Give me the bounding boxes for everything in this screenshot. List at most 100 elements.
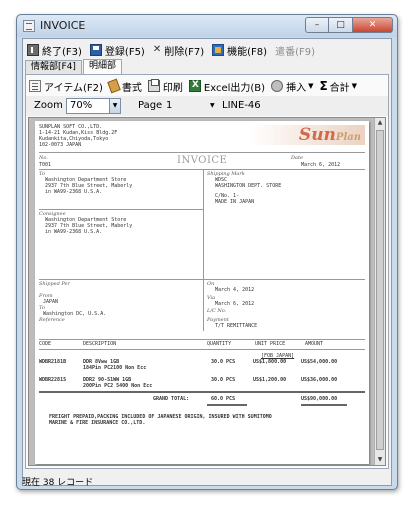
excel-export-button[interactable]: Excel出力(B) — [188, 79, 266, 94]
on-value: March 4, 2012 — [215, 287, 255, 293]
total-label: 合計 — [329, 82, 350, 94]
row-2-code: WDBR2281S — [39, 377, 67, 383]
payment-value: T/T REMITTANCE — [215, 323, 258, 329]
reference-label: Reference — [39, 317, 65, 323]
insert-label: 挿入 — [286, 82, 307, 94]
total-button[interactable]: Σ 合計 ▼ — [319, 79, 357, 94]
grand-total-qty: 60.0 PCS — [211, 396, 236, 402]
row-2-amount: US$36,000.00 — [301, 377, 338, 383]
zoom-value: 70% — [70, 100, 93, 111]
function-button[interactable]: 機能(F8) — [212, 41, 267, 59]
via-label: Via — [207, 295, 216, 301]
scroll-up-icon[interactable]: ▲ — [375, 118, 385, 128]
page-select[interactable]: 1 — [166, 100, 172, 111]
no-label: No. — [39, 155, 48, 161]
row-2-qty: 30.0 PCS — [211, 377, 236, 383]
minimize-button[interactable]: – — [305, 17, 329, 33]
tab-detail[interactable]: 明細部 — [82, 59, 122, 74]
printer-icon — [147, 79, 160, 92]
page-label: Page — [138, 100, 163, 111]
invoice-title: INVOICE — [177, 155, 228, 166]
exit-button[interactable]: 終了(F3) — [27, 41, 82, 59]
shipping-mark-2: WASHINGTON DEPT. STORE — [215, 183, 282, 189]
via-value: March 6, 2012 — [215, 301, 255, 307]
company-logo: SunPlan — [249, 125, 365, 145]
delete-label: 削除(F7) — [164, 46, 205, 58]
save-icon — [89, 44, 102, 56]
from-value: JAPAN — [43, 299, 59, 305]
window-title: INVOICE — [40, 19, 86, 32]
row-2-desc-2: 200Pin PC2 5400 Non Ecc — [83, 383, 153, 389]
date-label: Date — [291, 155, 303, 161]
insert-icon — [271, 80, 284, 92]
exit-label: 終了(F3) — [42, 46, 82, 58]
title-bar[interactable]: INVOICE – □ ✕ — [17, 15, 397, 37]
consignee-line-3: in WA99-2368 U.S.A. — [45, 229, 103, 235]
excel-label: Excel出力(B) — [203, 82, 266, 94]
excel-icon — [188, 80, 201, 92]
col-unit-price: UNIT PRICE — [255, 341, 286, 347]
function-label: 機能(F8) — [227, 46, 268, 58]
on-label: On — [207, 281, 215, 287]
send-label: 遣番(F9) — [275, 46, 315, 58]
company-address-3: 102-0073 JAPAN — [39, 142, 82, 148]
col-code: CODE — [39, 341, 52, 347]
sigma-icon: Σ — [319, 79, 328, 93]
row-1-code: WDBR2181B — [39, 359, 67, 365]
invoice-date: March 6, 2012 — [301, 162, 341, 168]
grand-total-amount: US$90,000.00 — [301, 396, 338, 402]
row-1-qty: 30.0 PCS — [211, 359, 236, 365]
send-button[interactable]: 遣番(F9) — [275, 41, 315, 59]
col-quantity: QUANTITY — [207, 341, 232, 347]
close-button[interactable]: ✕ — [353, 17, 393, 33]
zoom-bar: Zoom 70% ▼ Page 1 ▼ LINE-46 — [26, 96, 388, 116]
col-description: DESCRIPTION — [83, 341, 117, 347]
row-1-amount: US$54,000.00 — [301, 359, 338, 365]
invoice-page: SUNPLAN SOFT CO.,LTD. 1-14-21 Kudan,Kiss… — [35, 121, 369, 464]
scroll-down-icon[interactable]: ▼ — [375, 455, 385, 465]
grand-total-label: GRAND TOTAL: — [153, 396, 190, 402]
col-amount: AMOUNT — [305, 341, 324, 347]
print-preview[interactable]: SUNPLAN SOFT CO.,LTD. 1-14-21 Kudan,Kiss… — [28, 117, 386, 466]
window-client: 終了(F3) 登録(F5) ✕ 削除(F7) 機能(F8) 遣番(F9) 情報部… — [22, 38, 392, 486]
shipped-per-label: Shipped Per — [39, 281, 70, 287]
save-label: 登録(F5) — [104, 46, 145, 58]
row-1-desc-2: 184Pin PC2100 Non Ecc — [83, 365, 147, 371]
tab-info[interactable]: 情報部[F4] — [25, 60, 82, 74]
scroll-thumb[interactable] — [376, 130, 384, 450]
zoom-select[interactable]: 70% ▼ — [66, 98, 121, 114]
row-2-unit: US$1,200.00 — [253, 377, 287, 383]
status-bar: 現在 38 レコード — [22, 478, 94, 488]
zoom-label: Zoom — [34, 100, 63, 111]
note-line-2: MARINE & FIRE INSURANCE CO.,LTD. — [49, 420, 146, 426]
item-button[interactable]: アイテム(F2) — [29, 79, 103, 94]
print-label: 印刷 — [162, 82, 183, 94]
insert-button[interactable]: 挿入 ▼ — [271, 79, 313, 94]
item-label: アイテム(F2) — [44, 82, 103, 94]
invoice-window: INVOICE – □ ✕ 終了(F3) 登録(F5) ✕ 削除(F7) 機能(… — [16, 14, 398, 490]
chevron-down-icon: ▼ — [351, 82, 358, 90]
lc-label: L/C No. — [207, 308, 227, 314]
chevron-down-icon: ▼ — [308, 82, 314, 90]
detail-panel: アイテム(F2) 書式 印刷 Excel出力(B) 挿入 ▼ — [25, 74, 389, 469]
maximize-button[interactable]: □ — [329, 17, 353, 33]
shipping-mark-4: MADE IN JAPAN — [215, 199, 255, 205]
tab-strip: 情報部[F4] 明細部 — [25, 59, 123, 74]
to-line-3: in WA99-2368 U.S.A. — [45, 189, 103, 195]
memo-label: 書式 — [121, 82, 142, 94]
save-button[interactable]: 登録(F5) — [89, 41, 145, 59]
preview-scrollbar[interactable]: ▲ ▼ — [374, 118, 385, 465]
main-toolbar: 終了(F3) 登録(F5) ✕ 削除(F7) 機能(F8) 遣番(F9) — [23, 39, 391, 61]
detail-toolbar: アイテム(F2) 書式 印刷 Excel出力(B) 挿入 ▼ — [29, 77, 385, 95]
chevron-down-icon[interactable]: ▼ — [109, 99, 120, 113]
window-controls: – □ ✕ — [305, 17, 393, 33]
row-1-unit: US$1,800.00 — [253, 359, 287, 365]
print-button[interactable]: 印刷 — [147, 79, 183, 94]
page-name: LINE-46 — [222, 100, 261, 111]
invoice-number: T001 — [39, 162, 52, 168]
exit-icon — [27, 44, 39, 56]
item-list-icon — [29, 80, 41, 92]
chevron-down-icon[interactable]: ▼ — [210, 102, 215, 109]
memo-button[interactable]: 書式 — [107, 78, 142, 94]
delete-button[interactable]: ✕ 削除(F7) — [153, 41, 204, 59]
